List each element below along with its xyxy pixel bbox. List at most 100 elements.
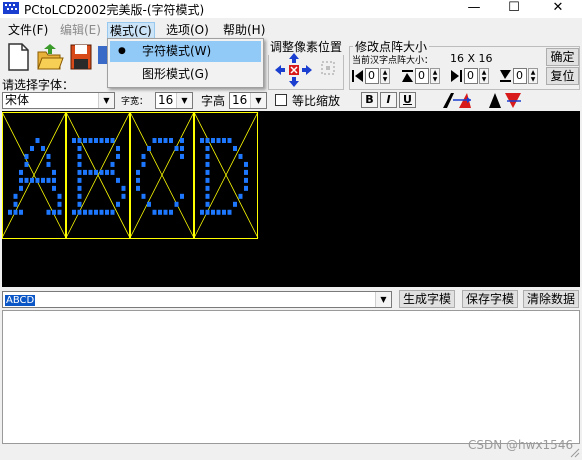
reset-button[interactable]: 复位: [546, 67, 579, 85]
stepper-value-4[interactable]: 0: [513, 68, 527, 84]
pixel-dot: [244, 177, 248, 183]
shift-left-icon[interactable]: [274, 64, 286, 76]
save-disk-icon[interactable]: [68, 42, 96, 72]
shift-up-icon[interactable]: [288, 52, 300, 64]
menu-edit[interactable]: 编辑(E): [58, 22, 103, 40]
italic-button[interactable]: I: [380, 92, 397, 108]
flip-vertical-icon[interactable]: [487, 90, 527, 110]
stepper-value-3[interactable]: 0: [464, 68, 478, 84]
menu-bar: 文件(F) 编辑(E) 模式(C) 选项(O) 帮助(H): [0, 20, 582, 40]
char-input-combo[interactable]: ABCD ▼: [2, 291, 392, 308]
pixel-dot: [46, 153, 51, 159]
char-input-value[interactable]: ABCD: [5, 295, 36, 306]
new-file-icon[interactable]: [4, 42, 32, 72]
clear-data-button[interactable]: 清除数据: [523, 290, 579, 308]
pixel-dot: [152, 138, 157, 143]
stepper-spin-4[interactable]: ▲ ▼: [528, 68, 538, 84]
pixel-dot: [77, 145, 82, 151]
stepper-value-2[interactable]: 0: [415, 68, 429, 84]
height-up-icon[interactable]: [401, 68, 414, 84]
pixel-dot: [19, 185, 23, 191]
dropdown-item-graphic-mode[interactable]: 图形模式(G): [110, 64, 261, 85]
pixel-dot: [141, 193, 146, 199]
minimize-icon[interactable]: —: [456, 0, 492, 18]
underline-button[interactable]: U: [399, 92, 416, 108]
chevron-down-icon[interactable]: ▼: [176, 93, 192, 108]
pixel-dot: [216, 209, 221, 215]
pixel-dot: [105, 209, 109, 215]
char-height-value: 16: [232, 93, 248, 107]
title-bar: PCtoLCD2002完美版-(字符模式) — ☐ ✕: [0, 0, 582, 18]
pixel-dot: [110, 209, 115, 215]
font-select[interactable]: 宋体 ▼: [2, 92, 115, 109]
shift-right-icon[interactable]: [301, 64, 313, 76]
preview-canvas[interactable]: [1, 111, 580, 287]
pixel-dot: [205, 161, 210, 167]
shift-down-icon[interactable]: [288, 76, 300, 88]
pixel-dot: [169, 138, 173, 143]
pixel-dot: [136, 169, 140, 175]
maximize-icon[interactable]: ☐: [496, 0, 532, 18]
pixel-dot: [238, 193, 243, 199]
pixel-dot: [77, 169, 82, 175]
char-width-select[interactable]: 16 ▼: [155, 92, 193, 109]
pixel-dot: [222, 138, 226, 143]
pixel-dot: [222, 209, 226, 215]
pixel-dot: [94, 169, 98, 175]
height-down-icon[interactable]: [499, 68, 512, 84]
current-size-value: 16 X 16: [450, 52, 493, 65]
pixel-dot: [99, 169, 104, 175]
pixel-dot: [24, 153, 29, 159]
pixel-dot: [77, 209, 82, 215]
pixel-dot: [52, 209, 56, 215]
pixel-dot: [72, 209, 76, 215]
dropdown-label-char-mode: 字符模式(W): [142, 44, 212, 58]
confirm-button[interactable]: 确定: [546, 48, 579, 66]
save-font-button[interactable]: 保存字模: [462, 290, 518, 308]
flip-horizontal-icon[interactable]: [441, 90, 481, 110]
pixel-dot: [24, 161, 29, 167]
pixel-dot: [205, 138, 210, 143]
close-icon[interactable]: ✕: [540, 0, 576, 18]
char-width-value: 16: [158, 93, 174, 107]
pixel-dot: [211, 138, 215, 143]
pixel-dot: [238, 153, 243, 159]
chevron-down-icon[interactable]: ▼: [250, 93, 266, 108]
pixel-dot: [30, 177, 34, 183]
pixel-dot: [24, 177, 29, 183]
pixel-dot: [77, 177, 82, 183]
char-height-select[interactable]: 16 ▼: [229, 92, 267, 109]
font-name: 宋体: [5, 93, 30, 107]
dropdown-item-char-mode[interactable]: ● 字符模式(W): [110, 41, 261, 62]
pixel-dot: [94, 138, 98, 143]
stepper-spin-1[interactable]: ▲ ▼: [380, 68, 390, 84]
proportional-checkbox[interactable]: [275, 94, 287, 106]
pixel-position-label: 调整像素位置: [268, 38, 345, 55]
generate-button[interactable]: 生成字模: [399, 290, 455, 308]
chevron-down-icon[interactable]: ▼: [98, 93, 114, 108]
resize-grip-icon[interactable]: [568, 446, 580, 458]
pixel-dot: [180, 138, 184, 143]
width-left-icon[interactable]: [351, 68, 364, 84]
toolbar-partial-icon[interactable]: [97, 42, 107, 72]
pixel-dot: [83, 138, 87, 143]
menu-file[interactable]: 文件(F): [6, 22, 50, 40]
pixel-dot: [41, 145, 45, 151]
stepper-spin-2[interactable]: ▲ ▼: [430, 68, 440, 84]
pixel-dot: [105, 169, 109, 175]
output-textarea[interactable]: [2, 310, 580, 444]
char-height-label: 字高: [201, 94, 226, 108]
bold-button[interactable]: B: [361, 92, 378, 108]
width-right-icon[interactable]: [450, 68, 463, 84]
pixel-dot: [35, 138, 40, 143]
pixel-dot: [8, 209, 12, 215]
open-folder-icon[interactable]: [36, 42, 64, 72]
chevron-down-icon[interactable]: ▼: [375, 292, 391, 307]
pixel-dot: [200, 138, 204, 143]
stepper-spin-3[interactable]: ▲ ▼: [479, 68, 489, 84]
pixel-dot: [205, 169, 210, 175]
stepper-value-1[interactable]: 0: [365, 68, 379, 84]
pixel-dot: [88, 138, 93, 143]
clear-center-icon[interactable]: [288, 64, 300, 76]
pixel-frame-icon[interactable]: [320, 60, 336, 76]
